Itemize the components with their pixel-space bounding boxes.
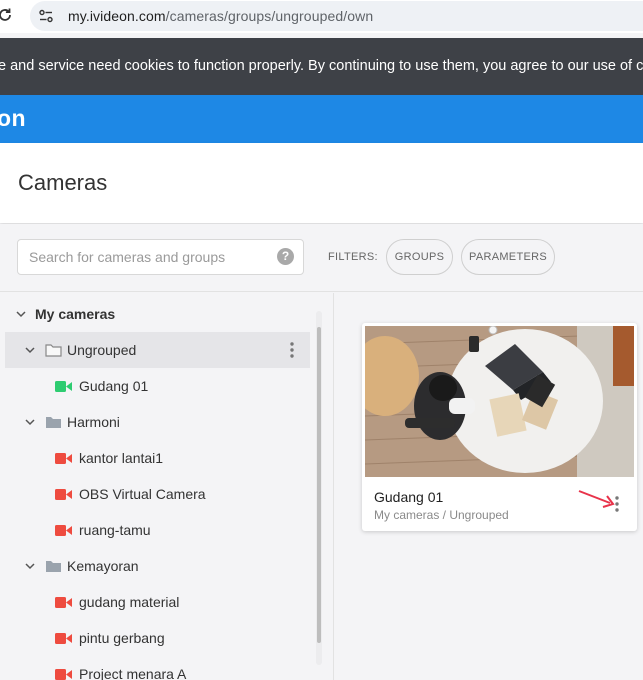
- groups-filter-button[interactable]: GROUPS: [386, 239, 453, 275]
- search-input[interactable]: [17, 239, 304, 275]
- tree-group-kemayoran[interactable]: Kemayoran: [0, 548, 310, 584]
- tree-item-label: kantor lantai1: [79, 450, 164, 466]
- brand-logo[interactable]: on: [0, 105, 26, 132]
- parameters-filter-button[interactable]: PARAMETERS: [461, 239, 555, 275]
- tree-item-label: gudang material: [79, 594, 180, 610]
- more-options-icon[interactable]: [290, 341, 294, 359]
- tree-item-label: Gudang 01: [79, 378, 149, 394]
- filters-label: FILTERS:: [328, 251, 378, 263]
- tree-item-label: Kemayoran: [67, 558, 139, 574]
- camera-card[interactable]: Gudang 01 My cameras / Ungrouped: [362, 323, 637, 531]
- card-breadcrumb: My cameras / Ungrouped: [374, 508, 509, 522]
- camera-offline-icon: [55, 453, 72, 464]
- sidebar-scrollbar-thumb[interactable]: [317, 327, 321, 643]
- tree-group-harmoni[interactable]: Harmoni: [0, 404, 310, 440]
- reload-icon[interactable]: [0, 7, 13, 23]
- more-options-icon[interactable]: [615, 495, 619, 513]
- camera-tree-sidebar: My cameras Ungrouped Gudang 01 Harmoni k…: [0, 293, 334, 680]
- url-text[interactable]: my.ivideon.com/cameras/groups/ungrouped/…: [68, 8, 373, 24]
- folder-icon: [46, 417, 61, 428]
- page-title: Cameras: [18, 170, 108, 195]
- cameras-toolbar: ? FILTERS: GROUPS PARAMETERS: [0, 224, 643, 292]
- browser-address-bar: my.ivideon.com/cameras/groups/ungrouped/…: [0, 0, 643, 33]
- chevron-down-icon[interactable]: [25, 417, 35, 427]
- annotation-arrow-icon: [578, 490, 615, 508]
- tree-camera-gudang-material[interactable]: gudang material: [0, 584, 310, 620]
- url-path: /cameras/groups/ungrouped/own: [165, 8, 374, 24]
- url-host: my.ivideon.com: [68, 8, 166, 24]
- tree-item-label: OBS Virtual Camera: [79, 486, 206, 502]
- tree-item-label: pintu gerbang: [79, 630, 165, 646]
- camera-online-icon: [55, 381, 72, 392]
- tree-camera-pintu-gerbang[interactable]: pintu gerbang: [0, 620, 310, 656]
- folder-icon: [46, 561, 61, 572]
- camera-offline-icon: [55, 525, 72, 536]
- tree-root-my-cameras[interactable]: My cameras: [0, 296, 310, 332]
- camera-offline-icon: [55, 597, 72, 608]
- tree-camera-ruang-tamu[interactable]: ruang-tamu: [0, 512, 310, 548]
- page-title-bar: Cameras: [0, 143, 643, 223]
- camera-offline-icon: [55, 489, 72, 500]
- url-box[interactable]: my.ivideon.com/cameras/groups/ungrouped/…: [30, 1, 643, 31]
- tree-item-label: Project menara A: [79, 666, 187, 680]
- tree-item-label: ruang-tamu: [79, 522, 151, 538]
- camera-offline-icon: [55, 633, 72, 644]
- chevron-down-icon[interactable]: [16, 309, 26, 319]
- tree-group-ungrouped[interactable]: Ungrouped: [5, 332, 310, 368]
- tree-item-label: Harmoni: [67, 414, 120, 430]
- camera-preview-image[interactable]: [365, 326, 634, 477]
- cookie-banner: e and service need cookies to function p…: [0, 38, 643, 95]
- help-icon[interactable]: ?: [277, 248, 294, 265]
- tree-camera-gudang-01[interactable]: Gudang 01: [0, 368, 310, 404]
- camera-offline-icon: [55, 669, 72, 680]
- app-header: on: [0, 95, 643, 143]
- cookie-banner-text: e and service need cookies to function p…: [0, 58, 643, 74]
- folder-outline-icon: [45, 344, 62, 357]
- card-title[interactable]: Gudang 01: [374, 489, 443, 505]
- tree-camera-project-menara-a[interactable]: Project menara A: [0, 656, 310, 680]
- tree-item-label: Ungrouped: [67, 342, 137, 358]
- tree-camera-obs-virtual[interactable]: OBS Virtual Camera: [0, 476, 310, 512]
- tree-root-label: My cameras: [35, 306, 116, 322]
- site-settings-icon[interactable]: [38, 8, 54, 24]
- tree-camera-kantor-lantai1[interactable]: kantor lantai1: [0, 440, 310, 476]
- camera-grid: Gudang 01 My cameras / Ungrouped: [335, 293, 643, 680]
- chevron-down-icon[interactable]: [25, 345, 35, 355]
- chevron-down-icon[interactable]: [25, 561, 35, 571]
